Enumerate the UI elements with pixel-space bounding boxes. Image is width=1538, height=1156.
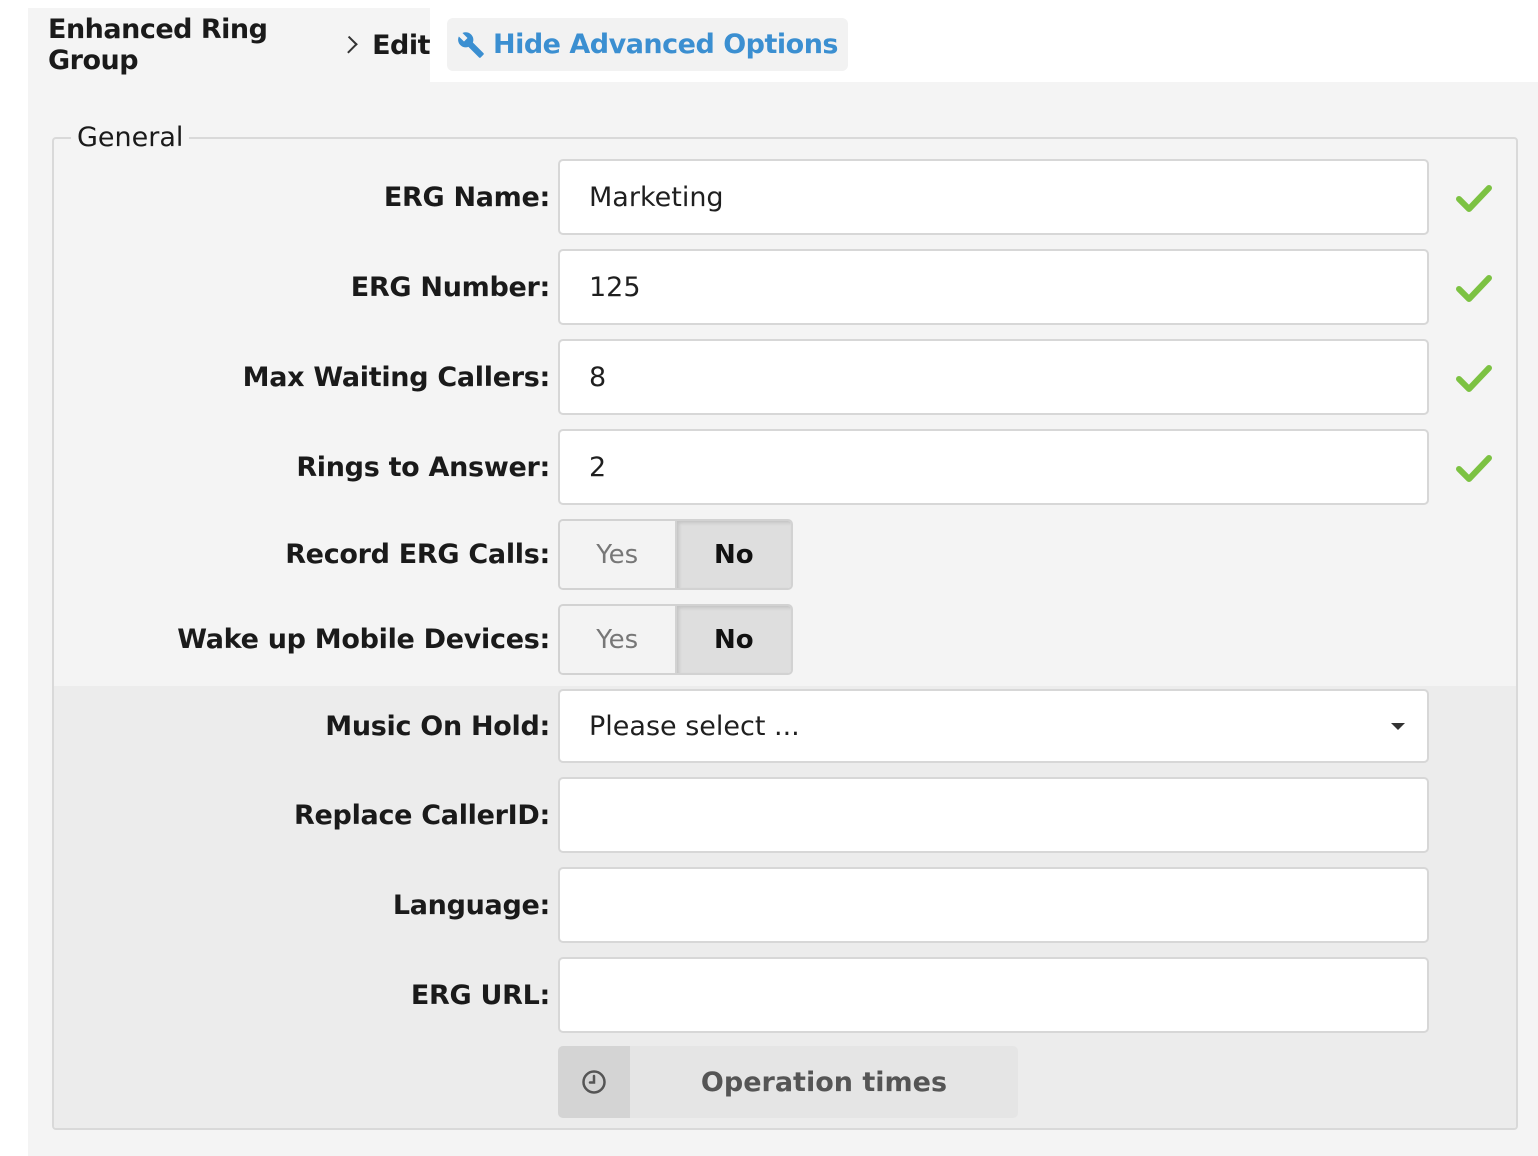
fieldset-legend: General <box>71 122 190 153</box>
chevron-right-icon <box>339 35 357 53</box>
erg-url-input[interactable] <box>558 957 1429 1033</box>
form-row-replace-callerid: Replace CallerID: <box>28 777 1538 853</box>
erg-number-input[interactable]: 125 <box>558 249 1429 325</box>
operation-times-icon-box <box>558 1046 630 1118</box>
form-row-language: Language: <box>28 867 1538 943</box>
operation-times-button[interactable]: Operation times <box>558 1046 1018 1118</box>
page: Enhanced Ring Group Edit Hide Advanced O… <box>0 0 1538 1156</box>
rings-to-answer-value: 2 <box>589 451 607 483</box>
wake-mobile-devices-toggle: Yes No <box>558 604 793 675</box>
hide-advanced-options-button[interactable]: Hide Advanced Options <box>447 18 848 71</box>
rings-to-answer-input[interactable]: 2 <box>558 429 1429 505</box>
check-icon <box>1456 275 1492 302</box>
wrench-icon <box>458 31 484 58</box>
form-row-erg-name: ERG Name: Marketing <box>28 159 1538 235</box>
form-row-wake-mobile-devices: Wake up Mobile Devices: Yes No <box>28 604 1538 675</box>
wake-mobile-devices-label: Wake up Mobile Devices: <box>177 624 550 655</box>
form-row-max-waiting-callers: Max Waiting Callers: 8 <box>28 339 1538 415</box>
max-waiting-callers-value: 8 <box>589 361 607 393</box>
music-on-hold-select[interactable]: Please select ... <box>558 689 1429 763</box>
language-input[interactable] <box>558 867 1429 943</box>
record-erg-calls-toggle: Yes No <box>558 519 793 590</box>
form-panel: General ERG Name: Marketing ERG Number: … <box>28 82 1538 1156</box>
music-on-hold-label: Music On Hold: <box>325 710 550 742</box>
max-waiting-callers-label: Max Waiting Callers: <box>242 361 551 393</box>
record-erg-calls-yes-button[interactable]: Yes <box>560 521 677 588</box>
clock-icon <box>582 1070 606 1094</box>
replace-callerid-label: Replace CallerID: <box>294 799 550 831</box>
max-waiting-callers-input[interactable]: 8 <box>558 339 1429 415</box>
caret-down-icon <box>1391 723 1405 730</box>
operation-times-label: Operation times <box>700 1066 948 1098</box>
form-row-erg-number: ERG Number: 125 <box>28 249 1538 325</box>
hide-advanced-options-label: Hide Advanced Options <box>493 29 838 60</box>
rings-to-answer-label: Rings to Answer: <box>296 451 550 483</box>
breadcrumb-current: Edit <box>372 29 430 61</box>
form-row-music-on-hold: Music On Hold: Please select ... <box>28 689 1538 763</box>
erg-name-input[interactable]: Marketing <box>558 159 1429 235</box>
replace-callerid-input[interactable] <box>558 777 1429 853</box>
wake-mobile-devices-no-button[interactable]: No <box>676 606 791 673</box>
check-icon <box>1456 455 1492 482</box>
form-row-erg-url: ERG URL: <box>28 957 1538 1033</box>
breadcrumb-parent[interactable]: Enhanced Ring Group <box>48 14 325 76</box>
erg-number-label: ERG Number: <box>350 271 551 303</box>
erg-name-value: Marketing <box>589 181 724 213</box>
wake-mobile-devices-yes-button[interactable]: Yes <box>560 606 677 673</box>
music-on-hold-value: Please select ... <box>589 710 800 742</box>
erg-url-label: ERG URL: <box>410 979 550 1011</box>
form-row-rings-to-answer: Rings to Answer: 2 <box>28 429 1538 505</box>
language-label: Language: <box>392 889 550 921</box>
breadcrumb: Enhanced Ring Group Edit <box>28 8 430 82</box>
check-icon <box>1456 185 1492 212</box>
form-row-record-erg-calls: Record ERG Calls: Yes No <box>28 519 1538 590</box>
erg-name-label: ERG Name: <box>383 181 550 213</box>
record-erg-calls-no-button[interactable]: No <box>676 521 791 588</box>
erg-number-value: 125 <box>589 271 641 303</box>
record-erg-calls-label: Record ERG Calls: <box>285 539 550 570</box>
check-icon <box>1456 365 1492 392</box>
